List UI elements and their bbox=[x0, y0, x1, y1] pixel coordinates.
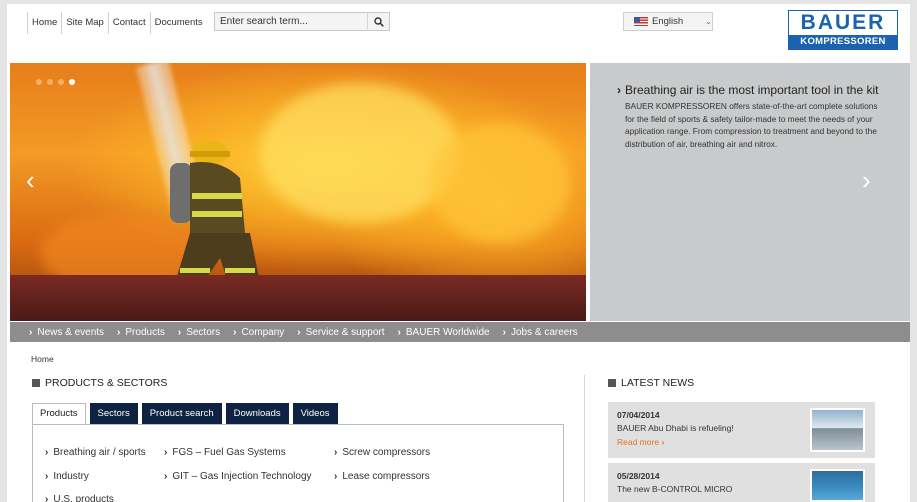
product-link-label: Industry bbox=[53, 471, 89, 482]
main-navigation: › News & events › Products › Sectors › Compa… bbox=[10, 322, 910, 342]
tab-sectors[interactable]: Sectors bbox=[89, 403, 138, 425]
chevron-right-icon: › bbox=[617, 83, 621, 97]
chevron-right-icon: › bbox=[117, 326, 121, 338]
top-navigation: Home Site Map Contact Documents bbox=[27, 12, 207, 34]
tab-product-search[interactable]: Product search bbox=[141, 403, 222, 425]
news-thumbnail[interactable] bbox=[810, 469, 865, 502]
product-link-industry[interactable]: › Industry bbox=[45, 471, 89, 482]
chevron-right-icon: › bbox=[29, 326, 33, 338]
chevron-down-icon: ⌄ bbox=[705, 17, 712, 26]
slider-dots bbox=[36, 79, 75, 85]
breadcrumb[interactable]: Home bbox=[31, 354, 54, 364]
read-more-label: Read more bbox=[617, 437, 660, 447]
page: Home Site Map Contact Documents English … bbox=[7, 4, 910, 502]
chevron-right-icon: › bbox=[334, 471, 338, 482]
mainnav-sectors[interactable]: › Sectors bbox=[178, 327, 220, 338]
mainnav-news-events[interactable]: › News & events bbox=[29, 327, 104, 338]
mainnav-label: BAUER Worldwide bbox=[405, 326, 490, 338]
search-button[interactable] bbox=[367, 13, 389, 30]
chevron-right-icon: › bbox=[297, 326, 301, 338]
product-link-label: Breathing air / sports bbox=[53, 447, 146, 458]
mainnav-products[interactable]: › Products bbox=[117, 327, 165, 338]
products-heading-text: PRODUCTS & SECTORS bbox=[45, 377, 168, 389]
news-section-heading: LATEST NEWS bbox=[608, 377, 694, 389]
fire-truck bbox=[10, 275, 586, 321]
mainnav-jobs-careers[interactable]: › Jobs & careers bbox=[503, 327, 578, 338]
topnav-contact-link[interactable]: Contact bbox=[109, 12, 151, 34]
us-flag-icon bbox=[634, 17, 648, 26]
products-section-heading: PRODUCTS & SECTORS bbox=[32, 377, 167, 389]
search-icon bbox=[373, 16, 384, 27]
chevron-right-icon: › bbox=[661, 437, 665, 447]
topnav-documents-link[interactable]: Documents bbox=[151, 12, 207, 34]
chevron-right-icon: › bbox=[177, 326, 182, 338]
flame-highlight bbox=[430, 123, 570, 243]
chevron-right-icon: › bbox=[397, 326, 401, 338]
news-item[interactable]: 05/28/2014 The new B-CONTROL MICRO bbox=[608, 463, 875, 502]
language-selector[interactable]: English ⌄ bbox=[623, 12, 713, 31]
slider-prev-arrow-icon[interactable]: ‹ bbox=[26, 167, 35, 193]
tab-products[interactable]: Products bbox=[32, 403, 86, 425]
chevron-right-icon: › bbox=[164, 471, 168, 482]
product-link-breathing-air[interactable]: › Breathing air / sports bbox=[45, 447, 146, 458]
column-divider bbox=[584, 375, 585, 502]
chevron-right-icon: › bbox=[45, 447, 49, 458]
news-thumbnail[interactable] bbox=[810, 408, 865, 452]
slider-dot[interactable] bbox=[36, 79, 42, 85]
hero-headline[interactable]: › Breathing air is the most important too… bbox=[617, 83, 880, 97]
hero-headline-text: Breathing air is the most important tool… bbox=[625, 83, 879, 97]
hero-body: BAUER KOMPRESSOREN offers state-of-the-a… bbox=[625, 101, 878, 149]
product-link-us-products[interactable]: › U.S. products bbox=[45, 494, 114, 502]
news-heading-text: LATEST NEWS bbox=[621, 377, 695, 389]
product-link-git[interactable]: › GIT – Gas Injection Technology bbox=[164, 471, 312, 482]
logo-bottom-text: KOMPRESSOREN bbox=[789, 35, 897, 49]
product-link-label: GIT – Gas Injection Technology bbox=[172, 471, 312, 482]
topnav-home-link[interactable]: Home bbox=[27, 12, 63, 34]
chevron-right-icon: › bbox=[164, 447, 168, 458]
language-label: English bbox=[652, 16, 684, 27]
mainnav-label: Company bbox=[241, 326, 285, 338]
search-box bbox=[214, 12, 390, 31]
slider-dot[interactable] bbox=[58, 79, 64, 85]
firefighter-figure bbox=[170, 141, 260, 288]
square-bullet-icon bbox=[32, 379, 40, 387]
tab-downloads[interactable]: Downloads bbox=[225, 403, 289, 425]
chevron-right-icon: › bbox=[502, 326, 506, 338]
products-tabs: Products Sectors Product search Download… bbox=[32, 403, 338, 425]
search-input[interactable] bbox=[215, 13, 367, 30]
chevron-right-icon: › bbox=[233, 326, 237, 338]
chevron-right-icon: › bbox=[334, 447, 338, 458]
square-bullet-icon bbox=[608, 379, 616, 387]
product-link-screw-compressors[interactable]: › Screw compressors bbox=[334, 447, 430, 458]
flame-highlight bbox=[260, 83, 460, 223]
mainnav-label: Jobs & careers bbox=[510, 326, 578, 338]
chevron-right-icon: › bbox=[45, 494, 49, 502]
slider-next-arrow-icon[interactable]: › bbox=[862, 167, 871, 193]
chevron-right-icon: › bbox=[45, 471, 49, 482]
product-link-lease-compressors[interactable]: › Lease compressors bbox=[334, 471, 430, 482]
logo-top-text: BAUER bbox=[800, 11, 886, 34]
hero-slider-image: ‹ bbox=[10, 63, 586, 321]
products-tab-panel bbox=[32, 424, 564, 502]
mainnav-label: Sectors bbox=[186, 326, 221, 338]
mainnav-label: News & events bbox=[37, 326, 105, 338]
product-link-label: Screw compressors bbox=[342, 447, 431, 458]
bauer-logo[interactable]: BAUER KOMPRESSOREN bbox=[788, 10, 898, 50]
mainnav-bauer-worldwide[interactable]: › BAUER Worldwide bbox=[398, 327, 490, 338]
tab-videos[interactable]: Videos bbox=[292, 403, 338, 425]
slider-dot-active[interactable] bbox=[69, 79, 75, 85]
slider-dot[interactable] bbox=[47, 79, 53, 85]
news-item[interactable]: 07/04/2014 BAUER Abu Dhabi is refueling!… bbox=[608, 402, 875, 458]
product-link-label: U.S. products bbox=[53, 494, 114, 502]
mainnav-label: Products bbox=[125, 326, 165, 338]
product-link-fgs[interactable]: › FGS – Fuel Gas Systems bbox=[164, 447, 286, 458]
mainnav-label: Service & support bbox=[305, 326, 385, 338]
topnav-sitemap-link[interactable]: Site Map bbox=[62, 12, 109, 34]
product-link-label: FGS – Fuel Gas Systems bbox=[172, 447, 286, 458]
mainnav-company[interactable]: › Company bbox=[233, 327, 284, 338]
product-link-label: Lease compressors bbox=[342, 471, 430, 482]
mainnav-service-support[interactable]: › Service & support bbox=[297, 327, 384, 338]
